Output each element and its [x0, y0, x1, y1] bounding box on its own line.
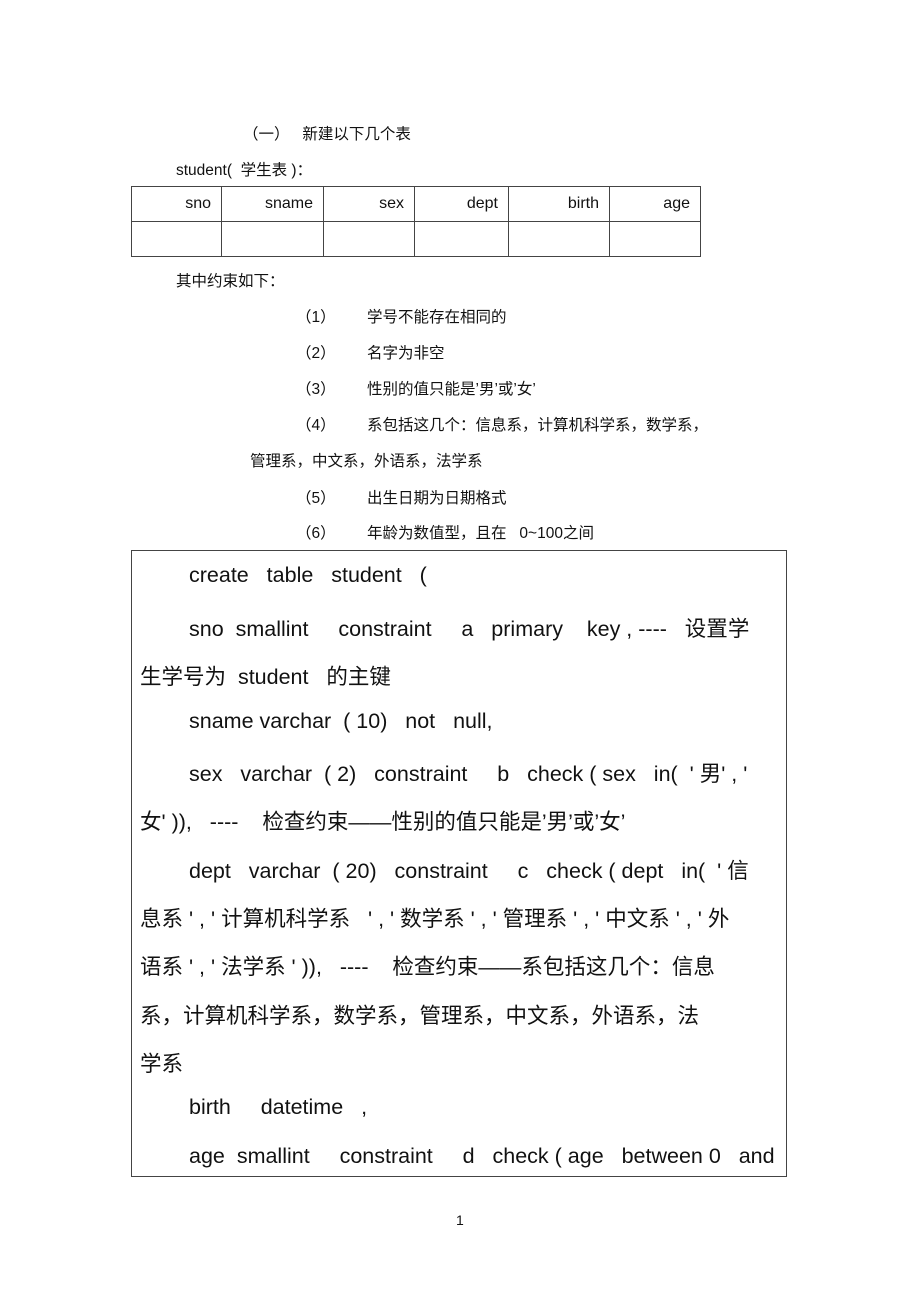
- item-text: 出生日期为日期格式: [367, 490, 507, 507]
- item-text: 年龄为数值型，且在 0~100之间: [367, 525, 594, 542]
- item-number: （4）: [296, 417, 336, 434]
- header-cell-sname: sname: [221, 186, 324, 222]
- table-row: [131, 221, 701, 257]
- item-number: （5）: [296, 490, 336, 507]
- page-number: 1: [456, 1212, 464, 1228]
- constraint-item-2: （2） 名字为非空: [296, 341, 445, 363]
- table-cell: [131, 221, 222, 257]
- item-text: 名字为非空: [367, 345, 445, 362]
- code-line: age smallint constraint d check ( age be…: [189, 1144, 775, 1168]
- table-cell: [323, 221, 415, 257]
- code-line: sex varchar ( 2) constraint b check ( se…: [189, 762, 748, 786]
- constraint-item-3: （3） 性别的值只能是’男’或’女’: [296, 377, 536, 399]
- constraint-item-5: （5） 出生日期为日期格式: [296, 486, 507, 508]
- code-line: 生学号为 student 的主键: [140, 665, 391, 689]
- code-line: 息系 ' , ' 计算机科学系 ' , ' 数学系 ' , ' 管理系 ' , …: [140, 907, 730, 931]
- item-number: （3）: [296, 381, 336, 398]
- item-number: （6）: [296, 525, 336, 542]
- constraints-intro: 其中约束如下：: [176, 273, 285, 290]
- sql-code-box: create table student ( sno smallint cons…: [131, 550, 787, 1177]
- constraint-item-4-continuation: 管理系，中文系，外语系，法学系: [250, 453, 483, 470]
- code-line: 女' )), ---- 检查约束——性别的值只能是’男’或’女’: [140, 810, 626, 834]
- header-cell-sex: sex: [323, 186, 415, 222]
- code-line: 系，计算机科学系，数学系，管理系，中文系，外语系，法: [140, 1004, 700, 1028]
- student-table: sno sname sex dept birth age: [131, 186, 701, 257]
- table-cell: [414, 221, 509, 257]
- section-title: （一） 新建以下几个表: [243, 126, 411, 143]
- item-text: 性别的值只能是’男’或’女’: [367, 381, 536, 398]
- item-text: 系包括这几个：信息系，计算机科学系，数学系，: [367, 417, 709, 434]
- header-cell-sno: sno: [131, 186, 222, 222]
- constraint-item-4: （4） 系包括这几个：信息系，计算机科学系，数学系，: [296, 413, 708, 435]
- code-line: sno smallint constraint a primary key , …: [189, 617, 750, 641]
- code-line: dept varchar ( 20) constraint c check ( …: [189, 859, 749, 883]
- code-line: birth datetime ,: [189, 1095, 368, 1119]
- table-caption: student( 学生表 )：: [176, 162, 313, 179]
- constraint-item-6: （6） 年龄为数值型，且在 0~100之间: [296, 521, 594, 543]
- code-line: sname varchar ( 10) not null,: [189, 709, 493, 733]
- code-line: 语系 ' , ' 法学系 ' )), ---- 检查约束——系包括这几个：信息: [140, 955, 715, 979]
- code-line: create table student (: [189, 563, 427, 587]
- table-header-row: sno sname sex dept birth age: [131, 186, 701, 222]
- item-number: （1）: [296, 309, 336, 326]
- table-cell: [508, 221, 610, 257]
- code-line: 学系: [140, 1052, 184, 1076]
- header-cell-dept: dept: [414, 186, 509, 222]
- item-number: （2）: [296, 345, 336, 362]
- header-cell-age: age: [609, 186, 701, 222]
- item-text: 学号不能存在相同的: [367, 309, 507, 326]
- header-cell-birth: birth: [508, 186, 610, 222]
- table-cell: [609, 221, 701, 257]
- constraint-item-1: （1） 学号不能存在相同的: [296, 305, 507, 327]
- table-cell: [221, 221, 324, 257]
